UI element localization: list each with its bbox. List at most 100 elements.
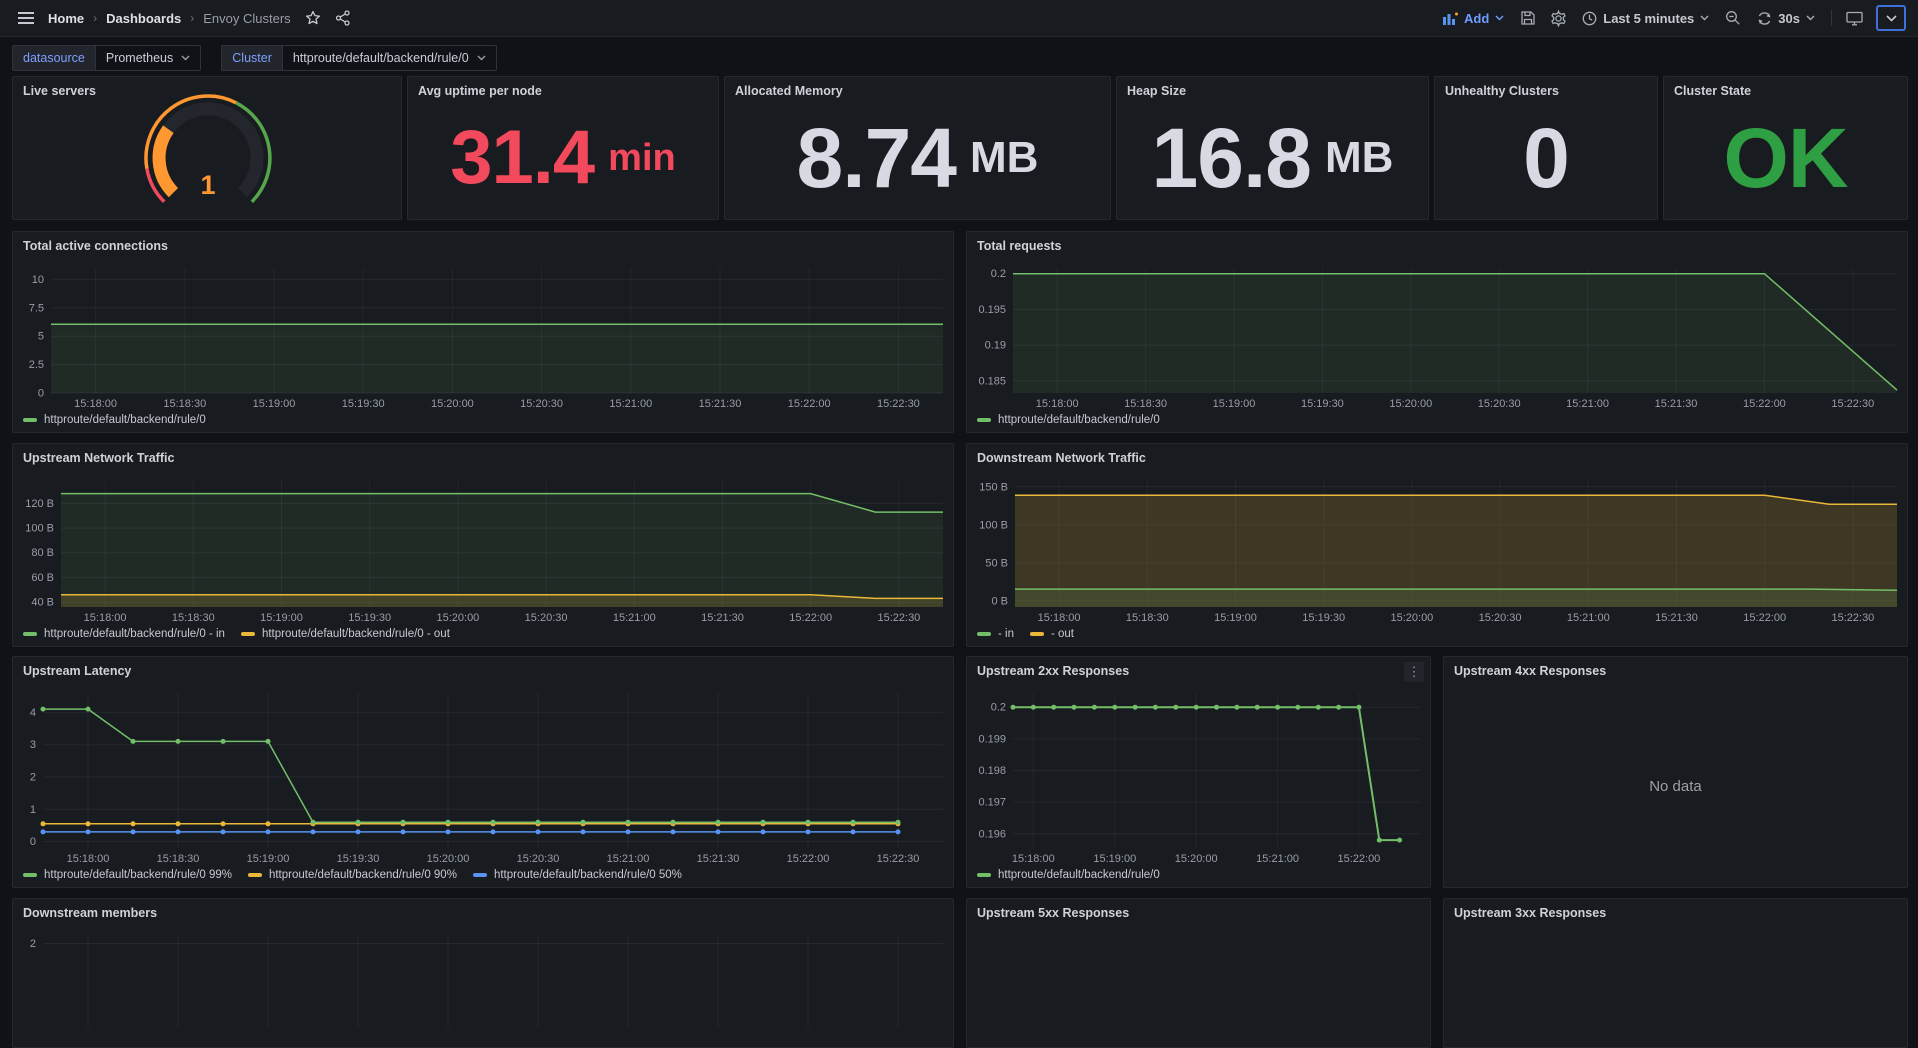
svg-text:15:22:00: 15:22:00 (1743, 398, 1786, 410)
upstream-4xx-responses-panel: Upstream 4xx Responses No data (1443, 656, 1908, 888)
panel-menu-icon[interactable]: ⋮ (1404, 662, 1424, 682)
panel-title[interactable]: Upstream Latency (23, 664, 131, 678)
panel-title[interactable]: Upstream 3xx Responses (1454, 906, 1606, 920)
legend-item[interactable]: httproute/default/backend/rule/0 (977, 414, 1160, 426)
svg-text:15:22:30: 15:22:30 (877, 853, 920, 865)
legend-swatch (1030, 632, 1044, 636)
panel-title[interactable]: Unhealthy Clusters (1445, 84, 1559, 98)
datasource-var-value: Prometheus (106, 51, 173, 65)
svg-text:0.195: 0.195 (978, 304, 1006, 316)
svg-text:0: 0 (30, 836, 36, 848)
svg-text:80 B: 80 B (31, 547, 54, 559)
downstream-network-traffic-chart[interactable]: 15:18:0015:18:3015:19:0015:19:3015:20:00… (967, 472, 1907, 626)
svg-text:15:21:00: 15:21:00 (609, 398, 652, 410)
svg-text:15:18:00: 15:18:00 (84, 612, 127, 624)
svg-text:15:20:00: 15:20:00 (1175, 853, 1218, 865)
panel-title[interactable]: Cluster State (1674, 84, 1751, 98)
add-button-label: Add (1464, 11, 1489, 26)
stat-unit: min (608, 139, 676, 177)
cluster-var-label: Cluster (221, 45, 282, 71)
upstream-latency-chart[interactable]: 15:18:0015:18:3015:19:0015:19:3015:20:00… (13, 685, 953, 867)
svg-text:0.199: 0.199 (978, 733, 1006, 745)
save-dashboard-button[interactable] (1514, 4, 1542, 32)
breadcrumb-dashboards[interactable]: Dashboards (100, 11, 187, 26)
breadcrumb-home[interactable]: Home (42, 11, 90, 26)
collapse-nav-button[interactable] (1876, 5, 1906, 31)
svg-text:15:21:30: 15:21:30 (697, 853, 740, 865)
chart-legend: httproute/default/backend/rule/0 99% http… (13, 867, 953, 887)
chevron-down-icon (1495, 15, 1504, 21)
panel-title[interactable]: Heap Size (1127, 84, 1186, 98)
latency-responses-row: Upstream Latency 15:18:0015:18:3015:19:0… (12, 656, 1908, 888)
svg-text:15:19:00: 15:19:00 (253, 398, 296, 410)
svg-text:15:18:30: 15:18:30 (157, 853, 200, 865)
panel-title[interactable]: Total active connections (23, 239, 168, 253)
legend-item[interactable]: httproute/default/backend/rule/0 - out (241, 628, 450, 640)
connections-requests-row: Total active connections 15:18:0015:18:3… (12, 231, 1908, 433)
legend-item[interactable]: httproute/default/backend/rule/0 - in (23, 628, 225, 640)
legend-item[interactable]: httproute/default/backend/rule/0 99% (23, 869, 232, 881)
kiosk-mode-button[interactable] (1840, 4, 1868, 32)
panel-title[interactable]: Avg uptime per node (418, 84, 542, 98)
svg-text:60 B: 60 B (31, 572, 54, 584)
panel-title[interactable]: Upstream Network Traffic (23, 451, 174, 465)
svg-text:4: 4 (30, 707, 36, 719)
svg-text:15:19:00: 15:19:00 (1214, 612, 1257, 624)
share-dashboard-button[interactable] (329, 4, 357, 32)
svg-text:15:22:30: 15:22:30 (877, 612, 920, 624)
svg-text:1: 1 (30, 804, 36, 816)
upstream-2xx-responses-panel: Upstream 2xx Responses ⋮ 15:18:0015:19:0… (966, 656, 1431, 888)
hamburger-menu-button[interactable] (12, 4, 40, 32)
downstream-members-chart[interactable]: 2 (13, 927, 953, 1047)
zoom-out-time-button[interactable] (1719, 4, 1747, 32)
svg-text:0.197: 0.197 (978, 797, 1006, 809)
svg-text:0.19: 0.19 (985, 340, 1006, 352)
stat-value: 0 (1523, 116, 1569, 200)
svg-text:15:20:30: 15:20:30 (1479, 612, 1522, 624)
breadcrumb-separator: › (92, 11, 98, 25)
svg-text:15:19:00: 15:19:00 (247, 853, 290, 865)
legend-item[interactable]: httproute/default/backend/rule/0 50% (473, 869, 682, 881)
legend-item[interactable]: httproute/default/backend/rule/0 (23, 414, 206, 426)
upstream-network-traffic-chart[interactable]: 15:18:0015:18:3015:19:0015:19:3015:20:00… (13, 472, 953, 626)
panel-title[interactable]: Allocated Memory (735, 84, 843, 98)
panel-title[interactable]: Upstream 4xx Responses (1454, 664, 1606, 678)
downstream-members-panel: Downstream members 2 (12, 898, 954, 1048)
cluster-state-panel: Cluster State OK (1663, 76, 1908, 220)
top-nav-bar: Home › Dashboards › Envoy Clusters Add L… (0, 0, 1918, 37)
star-icon (305, 10, 321, 26)
legend-item[interactable]: - in (977, 628, 1014, 640)
svg-text:100 B: 100 B (25, 523, 54, 535)
add-button[interactable]: Add (1435, 4, 1512, 32)
panel-title[interactable]: Downstream members (23, 906, 157, 920)
panel-title[interactable]: Upstream 5xx Responses (977, 906, 1129, 920)
refresh-interval-picker[interactable]: 30s (1749, 4, 1823, 32)
legend-item[interactable]: - out (1030, 628, 1074, 640)
cluster-variable: Cluster httproute/default/backend/rule/0 (221, 45, 496, 71)
time-range-picker[interactable]: Last 5 minutes (1574, 4, 1717, 32)
total-active-connections-panel: Total active connections 15:18:0015:18:3… (12, 231, 954, 433)
gauge-value: 1 (200, 170, 215, 200)
legend-swatch (23, 632, 37, 636)
panel-title[interactable]: Total requests (977, 239, 1062, 253)
svg-text:15:19:30: 15:19:30 (348, 612, 391, 624)
svg-text:15:22:00: 15:22:00 (787, 853, 830, 865)
dashboard-settings-button[interactable] (1544, 4, 1572, 32)
clock-icon (1582, 11, 1597, 26)
legend-item[interactable]: httproute/default/backend/rule/0 90% (248, 869, 457, 881)
panel-title[interactable]: Upstream 2xx Responses (977, 664, 1129, 678)
legend-item[interactable]: httproute/default/backend/rule/0 (977, 869, 1160, 881)
upstream-2xx-responses-chart[interactable]: 15:18:0015:19:0015:20:0015:21:0015:22:00… (967, 685, 1430, 867)
chevron-down-icon (1886, 15, 1897, 22)
panel-title[interactable]: Downstream Network Traffic (977, 451, 1146, 465)
cluster-var-select[interactable]: httproute/default/backend/rule/0 (282, 45, 497, 71)
add-panel-icon (1443, 11, 1458, 25)
datasource-var-select[interactable]: Prometheus (95, 45, 201, 71)
svg-text:15:21:00: 15:21:00 (607, 853, 650, 865)
heap-size-panel: Heap Size 16.8 MB (1116, 76, 1429, 220)
total-active-connections-chart[interactable]: 15:18:0015:18:3015:19:0015:19:3015:20:00… (13, 260, 953, 412)
refresh-interval-label: 30s (1778, 11, 1800, 26)
total-requests-chart[interactable]: 15:18:0015:18:3015:19:0015:19:3015:20:00… (967, 260, 1907, 412)
svg-text:150 B: 150 B (979, 481, 1008, 493)
favorite-star-button[interactable] (299, 4, 327, 32)
